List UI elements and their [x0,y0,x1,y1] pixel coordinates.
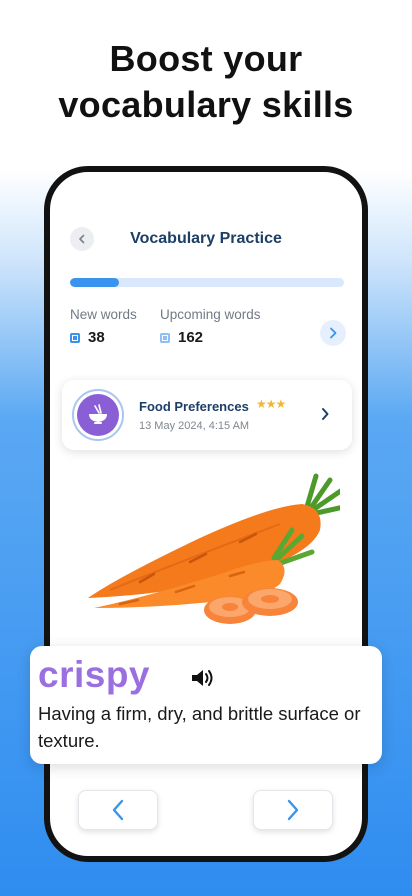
progress-bar-fill [70,278,120,287]
upcoming-words-count: 162 [160,329,203,346]
bowl-icon [89,404,107,424]
carrot-illustration [88,473,340,624]
chevron-right-icon [322,408,329,420]
book-icon [160,332,170,343]
upcoming-words-value: 162 [178,329,204,346]
lesson-avatar [72,389,124,441]
chevron-left-icon [112,799,124,821]
pronounce-button[interactable] [190,667,216,694]
new-words-label: New words [70,307,137,322]
chevron-right-icon [287,799,299,821]
stats-next-button[interactable] [320,320,346,346]
screen-title: Vocabulary Practice [130,230,282,247]
speaker-icon [192,670,213,686]
new-words-value: 38 [88,329,105,346]
progress-bar [70,278,344,287]
lesson-title: Food Preferences [139,399,249,414]
vocabulary-word: crispy [38,654,151,695]
word-definition: Having a firm, dry, and brittle surface … [38,703,361,751]
upcoming-words-label: Upcoming words [160,307,261,322]
headline-line-1: Boost your [109,38,303,79]
lesson-card[interactable]: Food Preferences ★★★ 13 May 2024, 4:15 A… [62,380,352,450]
marketing-headline: Boost your vocabulary skills [0,36,412,128]
previous-word-button[interactable] [78,790,158,830]
chevron-right-icon [330,327,337,339]
headline-line-2: vocabulary skills [58,84,354,125]
new-words-count: 38 [70,329,105,346]
lesson-rating-stars: ★★★ [256,397,286,411]
book-icon [70,332,80,343]
lesson-date: 13 May 2024, 4:15 AM [139,420,250,432]
next-word-button[interactable] [253,790,333,830]
